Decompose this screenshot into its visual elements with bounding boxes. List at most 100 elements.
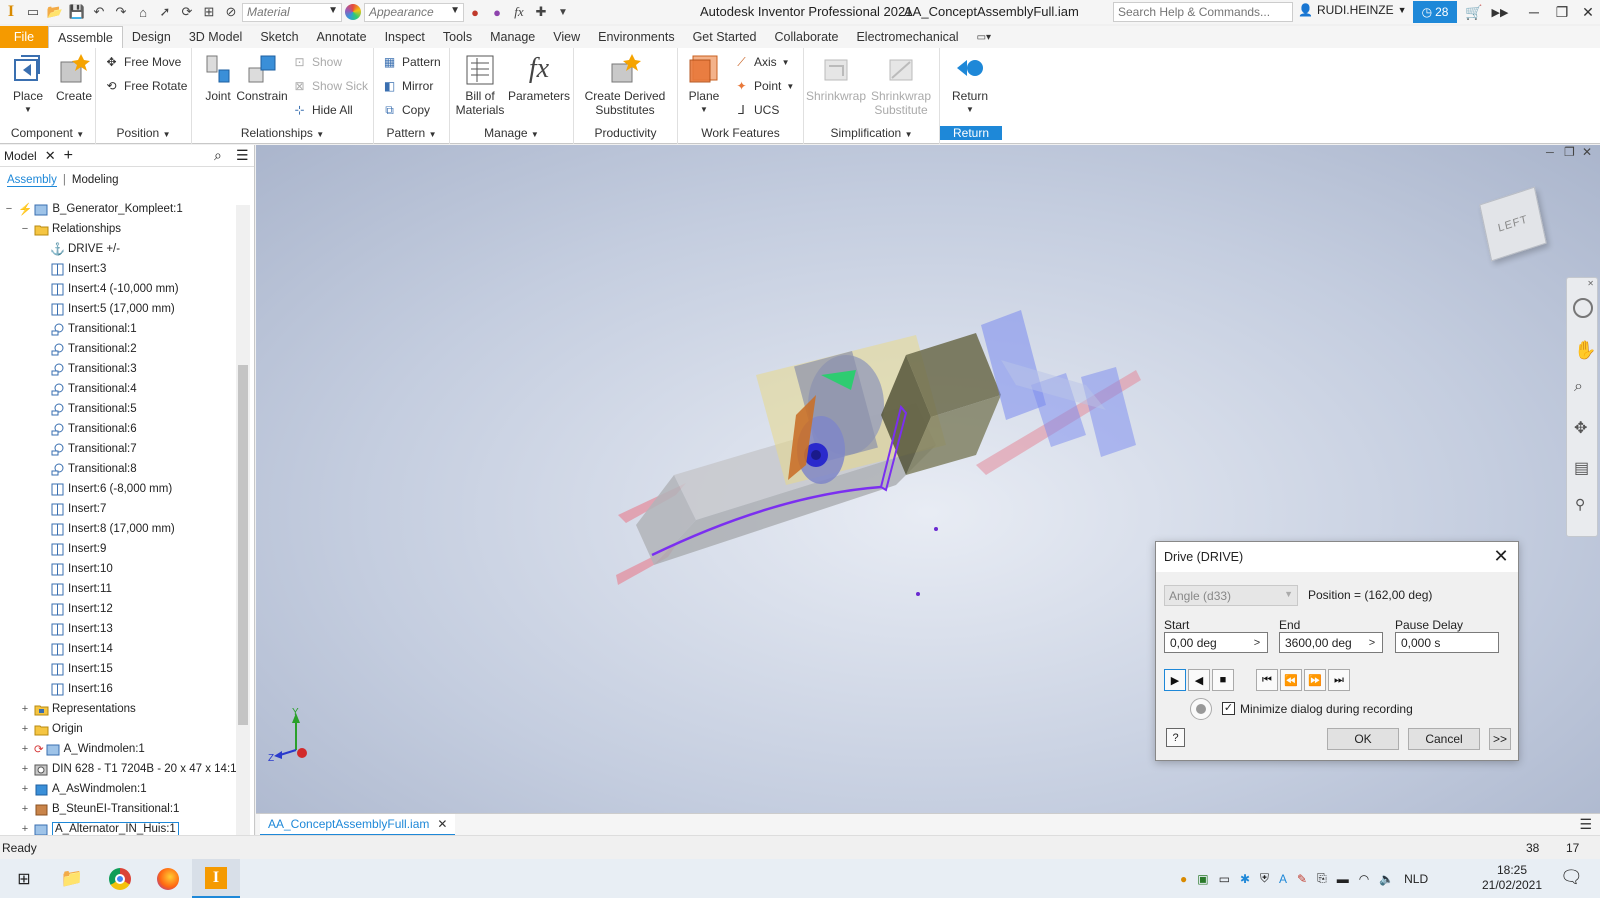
- tree-node[interactable]: Insert:13: [36, 619, 113, 639]
- tree-node[interactable]: ⚓ DRIVE +/-: [36, 239, 120, 259]
- tree-node[interactable]: Insert:10: [36, 559, 113, 579]
- ban-icon[interactable]: ⊘: [220, 1, 242, 23]
- tree-node[interactable]: Transitional:2: [36, 339, 137, 359]
- tree-scrollbar-thumb[interactable]: [238, 365, 248, 725]
- overflow-icon[interactable]: ▶▶: [1486, 0, 1514, 24]
- tab-sketch[interactable]: Sketch: [251, 26, 307, 48]
- stop-button[interactable]: ■: [1212, 669, 1234, 691]
- tab-assemble[interactable]: Assemble: [48, 26, 123, 48]
- tree-node[interactable]: Insert:14: [36, 639, 113, 659]
- document-tab[interactable]: AA_ConceptAssemblyFull.iam ✕: [260, 814, 456, 836]
- fx-icon[interactable]: fx: [508, 1, 530, 23]
- tree-node[interactable]: Transitional:3: [36, 359, 137, 379]
- tab-file[interactable]: File: [0, 26, 48, 48]
- pan-hand-icon[interactable]: ✋: [1574, 340, 1596, 361]
- tree-node[interactable]: + Origin: [20, 719, 83, 739]
- minimize-during-recording-checkbox[interactable]: ✓: [1222, 702, 1235, 715]
- tab-design[interactable]: Design: [123, 26, 180, 48]
- copy-button[interactable]: ⧉ Copy: [382, 100, 430, 120]
- home-icon[interactable]: ⌂: [132, 1, 154, 23]
- tree-node[interactable]: − Relationships: [20, 219, 121, 239]
- redo-icon[interactable]: ↷: [110, 1, 132, 23]
- tree-node[interactable]: Transitional:6: [36, 419, 137, 439]
- record-button[interactable]: [1190, 698, 1212, 720]
- play-forward-button[interactable]: ▶: [1164, 669, 1186, 691]
- tree-node[interactable]: − ⚡ B_Generator_Kompleet:1: [4, 199, 183, 219]
- firefox-icon[interactable]: [144, 859, 192, 898]
- expand-icon[interactable]: +: [20, 723, 30, 735]
- group-manage-label[interactable]: Manage ▼: [450, 126, 573, 140]
- subtab-modeling[interactable]: Modeling: [72, 174, 119, 186]
- pattern-button[interactable]: ▦ Pattern: [382, 52, 441, 72]
- point-button[interactable]: ✦ Point ▼: [734, 76, 794, 96]
- usb-icon[interactable]: ⎘: [1317, 871, 1327, 886]
- tab-annotate[interactable]: Annotate: [308, 26, 376, 48]
- tree-node[interactable]: Insert:15: [36, 659, 113, 679]
- tab-electromechanical[interactable]: Electromechanical: [847, 26, 967, 48]
- look-at-icon[interactable]: ▤: [1574, 458, 1589, 478]
- tree-node[interactable]: Transitional:5: [36, 399, 137, 419]
- zoom-icon[interactable]: ⌕: [1574, 378, 1583, 396]
- tab-get-started[interactable]: Get Started: [684, 26, 766, 48]
- cart-icon[interactable]: 🛒: [1460, 0, 1488, 24]
- minimize-icon[interactable]: ─: [1520, 0, 1548, 24]
- search-icon[interactable]: ⌕: [214, 147, 222, 164]
- windows-start-icon[interactable]: ⊞: [0, 859, 48, 898]
- close-icon[interactable]: ✕: [1587, 279, 1594, 288]
- app-tray-icon[interactable]: ▣: [1197, 872, 1208, 886]
- display-icon[interactable]: ▭: [1219, 872, 1230, 886]
- expand-icon[interactable]: +: [20, 783, 30, 795]
- menu-icon[interactable]: ☰: [236, 147, 249, 164]
- measure-icon[interactable]: ⊞: [198, 1, 220, 23]
- group-position-label[interactable]: Position ▼: [96, 126, 191, 140]
- clock[interactable]: 18:25 21/02/2021: [1478, 863, 1546, 893]
- steering-wheel-icon[interactable]: [1573, 298, 1593, 318]
- show-button[interactable]: ⊡ Show: [292, 52, 342, 72]
- group-component-label[interactable]: Component ▼: [0, 126, 95, 140]
- user-account[interactable]: 👤 RUDI.HEINZE ▼: [1298, 3, 1407, 17]
- close-window-icon[interactable]: ✕: [1574, 0, 1600, 24]
- tree-node[interactable]: + B_SteunEI-Transitional:1: [20, 799, 179, 819]
- tree-node[interactable]: Transitional:4: [36, 379, 137, 399]
- notifications-icon[interactable]: 🗨: [1560, 867, 1583, 888]
- tree-node[interactable]: + A_AsWindmolen:1: [20, 779, 147, 799]
- create-derived-substitutes-button[interactable]: Create Derived Substitutes: [580, 52, 670, 117]
- appearance-combo[interactable]: Appearance ▼: [364, 2, 464, 22]
- color-override-icon[interactable]: ●: [464, 1, 486, 23]
- start-measure-arrow-icon[interactable]: >: [1249, 633, 1265, 652]
- tree-node[interactable]: + DIN 628 - T1 7204B - 20 x 47 x 14:1: [20, 759, 237, 779]
- expand-icon[interactable]: +: [20, 823, 30, 835]
- tree-node[interactable]: Insert:7: [36, 499, 106, 519]
- more-options-button[interactable]: >>: [1489, 728, 1511, 750]
- create-button[interactable]: Create: [48, 52, 100, 103]
- help-button[interactable]: ?: [1166, 728, 1185, 747]
- pause-delay-input[interactable]: [1395, 632, 1499, 653]
- expand-icon[interactable]: +: [20, 743, 30, 755]
- play-reverse-button[interactable]: ◀: [1188, 669, 1210, 691]
- expand-icon[interactable]: +: [20, 703, 30, 715]
- close-icon[interactable]: ✕: [45, 148, 56, 164]
- group-relationships-label[interactable]: Relationships ▼: [192, 126, 373, 140]
- viewport-restore-icon[interactable]: ❐: [1564, 145, 1575, 159]
- plane-button[interactable]: Plane ▼: [678, 52, 730, 117]
- tree-node[interactable]: + Representations: [20, 699, 136, 719]
- browser-tab-model[interactable]: Model: [4, 149, 37, 163]
- tab-menu-icon[interactable]: ☰: [1579, 816, 1592, 833]
- cancel-button[interactable]: Cancel: [1408, 728, 1480, 750]
- tree-node[interactable]: Transitional:7: [36, 439, 137, 459]
- hide-all-button[interactable]: ⊹ Hide All: [292, 100, 352, 120]
- add-tab-icon[interactable]: +: [64, 147, 73, 165]
- ribbon-display-options-icon[interactable]: ▭▾: [968, 26, 1000, 48]
- dialog-title-bar[interactable]: Drive (DRIVE) ✕: [1156, 542, 1518, 572]
- customize-icon[interactable]: ▼: [552, 1, 574, 23]
- tree-node[interactable]: Transitional:1: [36, 319, 137, 339]
- free-move-button[interactable]: ✥ Free Move: [104, 52, 181, 72]
- chrome-icon[interactable]: [96, 859, 144, 898]
- restore-icon[interactable]: ❐: [1548, 0, 1576, 24]
- close-icon[interactable]: ✕: [437, 817, 447, 831]
- tab-manage[interactable]: Manage: [481, 26, 544, 48]
- bill-of-materials-button[interactable]: Bill of Materials: [454, 52, 506, 117]
- ucs-button[interactable]: ⅃ UCS: [734, 100, 779, 120]
- tab-collaborate[interactable]: Collaborate: [766, 26, 848, 48]
- inventor-taskbar-icon[interactable]: I: [192, 859, 240, 898]
